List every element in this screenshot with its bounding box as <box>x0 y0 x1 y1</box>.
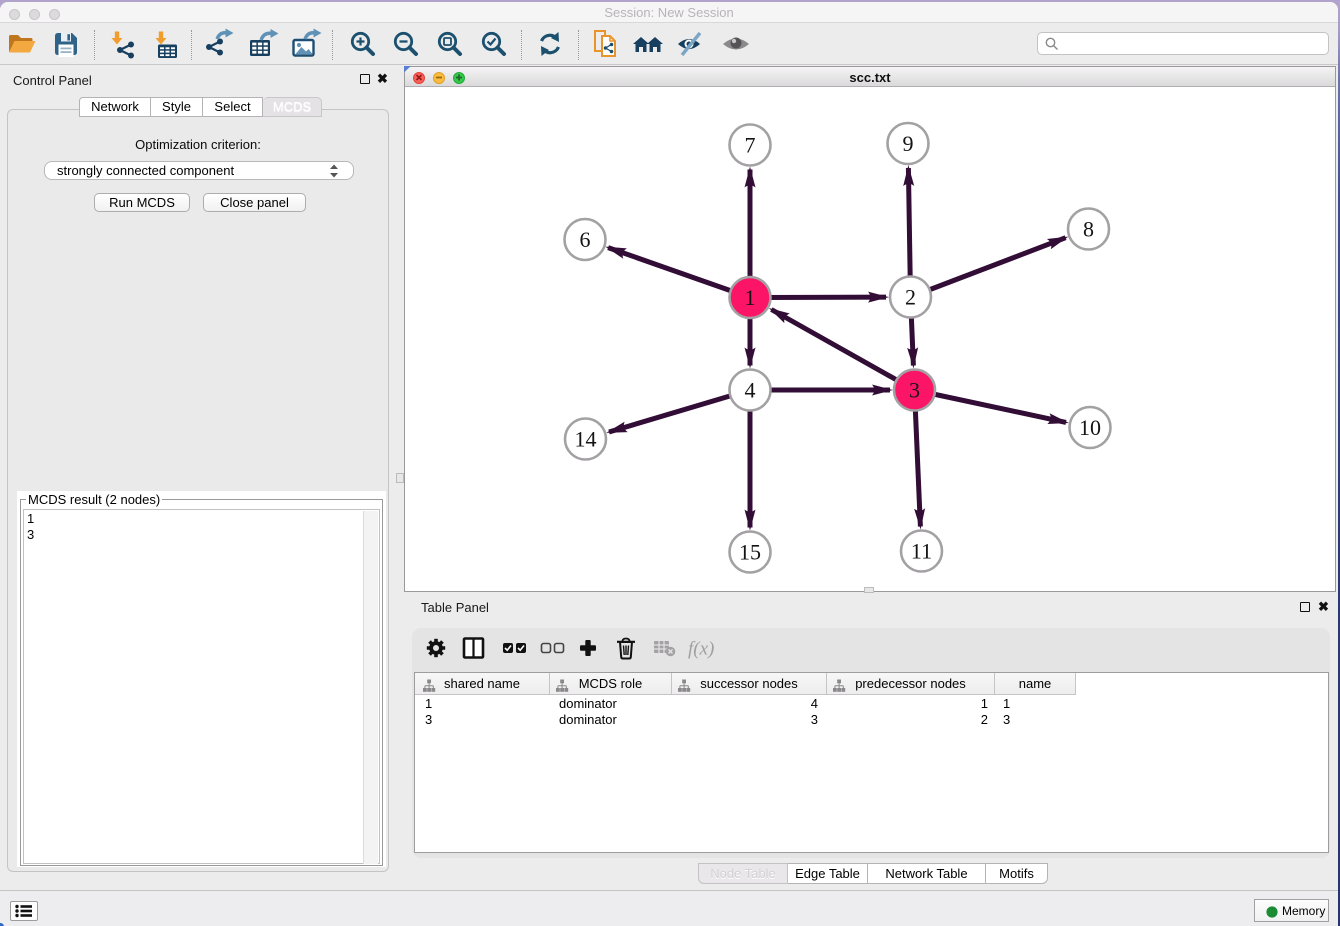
svg-text:f(x): f(x) <box>688 639 714 660</box>
svg-text:4: 4 <box>745 378 756 403</box>
svg-text:6: 6 <box>580 227 591 252</box>
svg-text:7: 7 <box>745 133 756 158</box>
svg-text:9: 9 <box>903 131 914 156</box>
svg-text:14: 14 <box>575 427 597 452</box>
svg-text:1: 1 <box>745 285 756 310</box>
svg-text:3: 3 <box>909 378 920 403</box>
svg-text:10: 10 <box>1079 415 1101 440</box>
svg-text:15: 15 <box>739 540 761 565</box>
svg-text:2: 2 <box>905 285 916 310</box>
svg-text:8: 8 <box>1083 217 1094 242</box>
svg-text:11: 11 <box>911 539 932 564</box>
